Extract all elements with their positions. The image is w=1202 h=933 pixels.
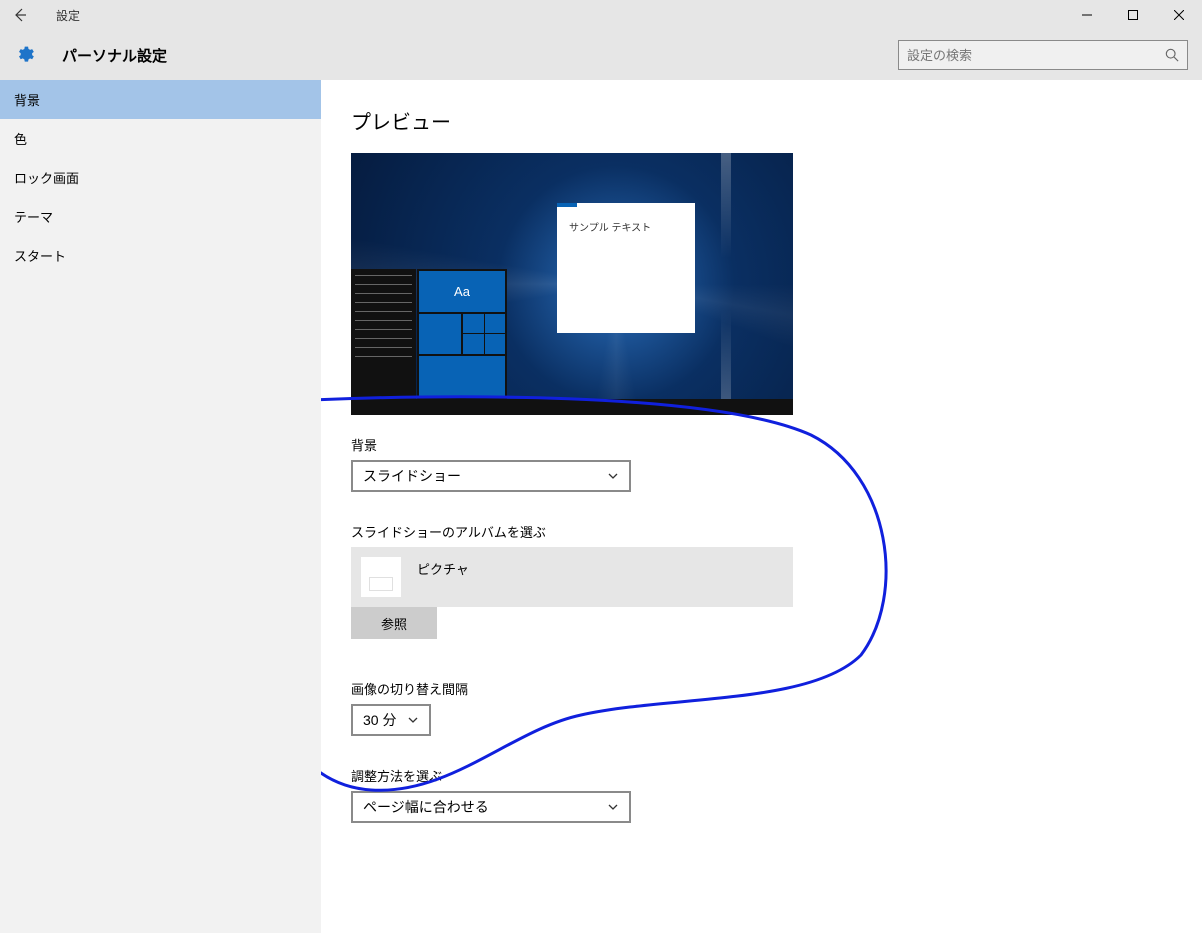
sidebar-item-label: テーマ [14,210,53,225]
back-button[interactable] [0,0,40,30]
preview-image: Aa サンプル テキスト [351,153,793,415]
sidebar-item-label: スタート [14,249,66,264]
interval-select[interactable]: 30 分 [351,704,431,736]
chevron-down-icon [607,470,619,482]
sidebar-item-label: ロック画面 [14,171,79,186]
preview-heading: プレビュー [351,106,1172,135]
sample-text: サンプル テキスト [557,207,695,246]
sidebar-item-lockscreen[interactable]: ロック画面 [0,158,321,197]
folder-thumbnail [361,557,401,597]
tile-text: Aa [454,284,470,299]
background-select[interactable]: スライドショー [351,460,631,492]
close-button[interactable] [1156,0,1202,30]
maximize-button[interactable] [1110,0,1156,30]
interval-label: 画像の切り替え間隔 [351,679,1172,698]
sidebar-item-label: 背景 [14,93,40,108]
sidebar-item-start[interactable]: スタート [0,236,321,275]
album-item[interactable]: ピクチャ [351,547,793,607]
search-icon [1165,48,1179,62]
fit-label: 調整方法を選ぶ [351,766,1172,785]
album-name: ピクチャ [417,559,469,578]
background-value: スライドショー [363,466,461,486]
search-box[interactable] [898,40,1188,70]
sidebar-item-background[interactable]: 背景 [0,80,321,119]
header: パーソナル設定 [0,30,1202,80]
content: プレビュー Aa サンプル テキスト [321,80,1202,933]
fit-select[interactable]: ページ幅に合わせる [351,791,631,823]
close-icon [1174,10,1184,20]
maximize-icon [1128,10,1138,20]
minimize-icon [1082,10,1092,20]
browse-button[interactable]: 参照 [351,607,437,639]
window-title: 設定 [56,7,80,24]
search-input[interactable] [907,48,1165,63]
titlebar: 設定 [0,0,1202,30]
chevron-down-icon [407,714,419,726]
sidebar-item-label: 色 [14,132,27,147]
fit-value: ページ幅に合わせる [363,797,489,817]
sidebar-item-themes[interactable]: テーマ [0,197,321,236]
background-label: 背景 [351,435,1172,454]
minimize-button[interactable] [1064,0,1110,30]
interval-value: 30 分 [363,710,396,730]
gear-icon [14,43,38,67]
chevron-down-icon [607,801,619,813]
album-label: スライドショーのアルバムを選ぶ [351,522,1172,541]
sidebar: 背景 色 ロック画面 テーマ スタート [0,80,321,933]
arrow-left-icon [12,7,28,23]
page-title: パーソナル設定 [62,45,167,66]
sidebar-item-colors[interactable]: 色 [0,119,321,158]
